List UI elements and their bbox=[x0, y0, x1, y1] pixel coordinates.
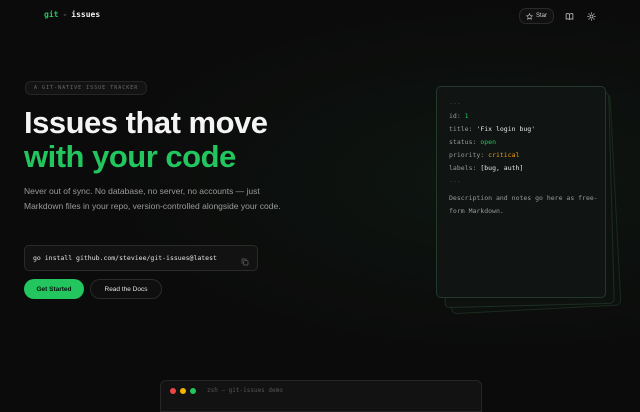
star-button[interactable]: Star bbox=[518, 8, 554, 24]
read-docs-button[interactable]: Read the Docs bbox=[90, 279, 162, 299]
frontmatter-close: --- bbox=[449, 177, 461, 185]
brand-git: git bbox=[44, 10, 59, 19]
field-labels: labels: [bug, auth] bbox=[449, 164, 524, 172]
field-status: status: open bbox=[449, 138, 496, 146]
brand-logo[interactable]: git - issues bbox=[44, 10, 100, 19]
field-id: id: 1 bbox=[449, 112, 469, 120]
window-controls bbox=[170, 388, 196, 394]
install-command-box: go install github.com/steviee/git-issues… bbox=[24, 245, 258, 271]
hero-description: Never out of sync. No database, no serve… bbox=[24, 186, 281, 211]
issue-frontmatter: --- id: 1 title: 'Fix login bug' status:… bbox=[449, 97, 599, 218]
copy-icon[interactable] bbox=[241, 253, 249, 271]
close-dot[interactable] bbox=[170, 388, 176, 394]
install-command: go install github.com/steviee/git-issues… bbox=[33, 254, 217, 262]
issue-card: --- id: 1 title: 'Fix login bug' status:… bbox=[436, 86, 606, 298]
brand-issues: issues bbox=[71, 10, 101, 19]
book-icon bbox=[565, 12, 574, 21]
minimize-dot[interactable] bbox=[180, 388, 186, 394]
docs-button[interactable] bbox=[562, 9, 576, 23]
field-title: title: 'Fix login bug' bbox=[449, 125, 536, 133]
theme-toggle[interactable] bbox=[584, 9, 598, 23]
hero-tag: A GIT-NATIVE ISSUE TRACKER bbox=[25, 81, 148, 95]
frontmatter-open: --- bbox=[449, 99, 461, 107]
maximize-dot[interactable] bbox=[190, 388, 196, 394]
terminal-window: zsh — git-issues demo bbox=[160, 380, 482, 412]
hero-title-line1: Issues that move bbox=[24, 105, 268, 140]
top-nav: git - issues Star bbox=[0, 0, 640, 32]
issue-description: Description and notes go here as free-fo… bbox=[449, 194, 598, 215]
star-icon bbox=[525, 12, 533, 20]
hero-title-line2: with your code bbox=[24, 139, 236, 174]
field-priority: priority: critical bbox=[449, 151, 520, 159]
brand-separator: - bbox=[62, 10, 68, 19]
sun-icon bbox=[586, 11, 596, 21]
terminal-title: zsh — git-issues demo bbox=[207, 387, 283, 394]
nav-actions: Star bbox=[518, 8, 598, 24]
hero-title: Issues that move with your code bbox=[24, 106, 268, 174]
get-started-button[interactable]: Get Started bbox=[24, 279, 84, 299]
star-label: Star bbox=[535, 13, 547, 19]
